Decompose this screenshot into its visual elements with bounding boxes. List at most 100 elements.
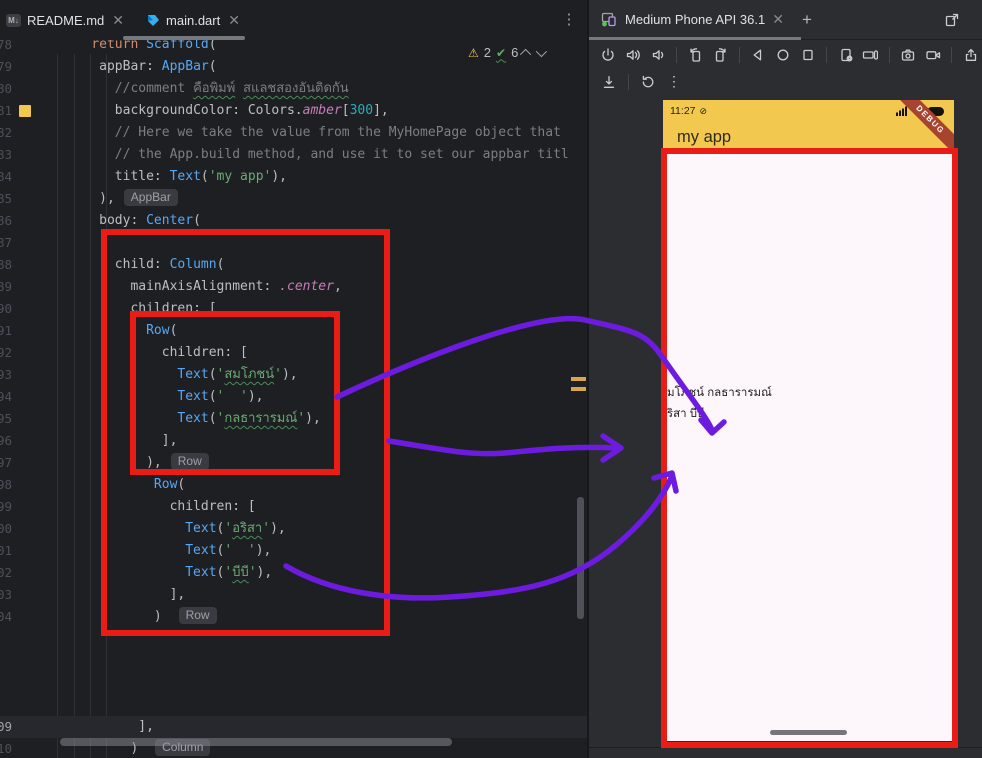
code-token: ( — [200, 169, 209, 184]
power-button[interactable] — [597, 44, 620, 66]
code-line[interactable]: 109 ], — [0, 716, 587, 738]
toolbar-divider — [826, 46, 828, 63]
code-line[interactable]: 85 ), AppBar — [0, 188, 587, 210]
tab-options-kebab-icon[interactable]: ⋮ — [558, 8, 580, 32]
line-number[interactable]: 89 — [0, 276, 12, 298]
line-number[interactable]: 98 — [0, 474, 12, 496]
code-line[interactable]: 83 // the App.build method, and use it t… — [0, 144, 587, 166]
mute-icon: ⊘ — [699, 105, 708, 116]
line-number[interactable]: 86 — [0, 210, 12, 232]
tab-main-dart[interactable]: main.dart ✕ — [140, 0, 250, 40]
active-device-tab-underline — [589, 37, 801, 40]
line-number[interactable]: 85 — [0, 188, 12, 210]
toolbar-divider — [676, 46, 678, 63]
rotate-left-button[interactable] — [684, 44, 707, 66]
add-device-tab-icon[interactable]: + — [792, 10, 822, 30]
code-token: ( — [193, 213, 201, 228]
color-preview-swatch[interactable] — [19, 105, 31, 117]
dart-file-icon — [148, 15, 160, 26]
device-settings-button[interactable] — [834, 44, 857, 66]
prev-problem-icon[interactable] — [520, 48, 532, 60]
line-number[interactable]: 93 — [0, 364, 12, 386]
volume-down-button[interactable] — [647, 44, 670, 66]
line-number[interactable]: 109 — [0, 716, 12, 738]
back-button[interactable] — [747, 44, 770, 66]
app-title: my app — [677, 128, 732, 146]
rotate-right-button[interactable] — [709, 44, 732, 66]
screen-record-button[interactable] — [921, 44, 944, 66]
code-token: return — [91, 40, 147, 52]
screenshot-button[interactable] — [897, 44, 920, 66]
power-icon — [602, 47, 615, 61]
device-settings-icon — [840, 48, 852, 61]
line-number[interactable]: 101 — [0, 540, 12, 562]
line-number[interactable]: 80 — [0, 78, 12, 100]
line-number[interactable]: 99 — [0, 496, 12, 518]
line-number[interactable]: 88 — [0, 254, 12, 276]
tab-label: README.md — [27, 12, 105, 28]
line-number[interactable]: 100 — [0, 518, 12, 540]
inlay-hint-badge: AppBar — [123, 189, 178, 206]
close-icon[interactable]: ✕ — [112, 12, 124, 29]
virtual-input-button[interactable] — [859, 44, 882, 66]
device-tab[interactable]: Medium Phone API 36.1 ✕ — [589, 0, 792, 40]
line-number[interactable]: 79 — [0, 56, 12, 78]
rotate-right-icon — [716, 47, 727, 62]
code-line[interactable]: 80 //comment คือพิมพ์ สแลชสองอันติดกัน — [0, 78, 587, 100]
line-number[interactable]: 95 — [0, 408, 12, 430]
code-token: // the App.build method, and use it to s… — [114, 147, 569, 162]
line-number[interactable]: 97 — [0, 452, 12, 474]
line-number[interactable]: 91 — [0, 320, 12, 342]
file-download-button[interactable] — [597, 71, 621, 93]
line-number[interactable]: 81 — [0, 100, 12, 122]
line-number[interactable]: 84 — [0, 166, 12, 188]
more-actions-kebab-icon[interactable]: ⋮ — [662, 73, 686, 90]
home-button[interactable] — [772, 44, 795, 66]
line-number[interactable]: 83 — [0, 144, 12, 166]
code-token: ), — [99, 191, 115, 206]
file-download-icon — [603, 75, 615, 88]
inspections-widget[interactable]: ⚠ 2 ✔ 6 — [468, 45, 548, 60]
share-button[interactable] — [959, 44, 982, 66]
line-number[interactable]: 96 — [0, 430, 12, 452]
line-number[interactable]: 94 — [0, 386, 12, 408]
code-line[interactable]: 81 backgroundColor: Colors.amber[300], — [0, 100, 587, 122]
code-token: ), — [271, 169, 288, 184]
line-number[interactable]: 92 — [0, 342, 12, 364]
line-number[interactable]: 110 — [0, 738, 12, 758]
markdown-file-icon: M↓ — [6, 13, 21, 27]
rotate-left-icon — [690, 47, 700, 62]
code-token: คือพิมพ์ — [193, 81, 236, 96]
line-number[interactable]: 78 — [0, 40, 12, 56]
code-line[interactable]: 84 title: Text('my app'), — [0, 166, 587, 188]
volume-up-button[interactable] — [622, 44, 645, 66]
code-token: ], — [373, 103, 389, 118]
overview-icon — [803, 49, 813, 60]
panel-options-kebab-icon[interactable]: ⋮ — [974, 11, 980, 29]
line-number[interactable]: 90 — [0, 298, 12, 320]
code-token: Center — [146, 213, 194, 228]
line-number[interactable]: 102 — [0, 562, 12, 584]
active-tab-underline — [123, 36, 245, 40]
code-token: backgroundColor: Colors. — [114, 103, 303, 118]
line-number[interactable]: 82 — [0, 122, 12, 144]
close-icon[interactable]: ✕ — [228, 12, 240, 29]
snapshot-restore-button[interactable] — [636, 71, 660, 93]
horizontal-scrollbar[interactable] — [60, 738, 452, 746]
line-number[interactable]: 87 — [0, 232, 12, 254]
warning-icon: ⚠ — [468, 45, 479, 60]
toolbar-divider — [628, 73, 629, 90]
overview-button[interactable] — [796, 44, 819, 66]
back-icon — [753, 49, 762, 60]
close-icon[interactable]: ✕ — [772, 11, 784, 28]
code-token: Scaffold — [146, 40, 209, 52]
code-line[interactable]: 82 // Here we take the value from the My… — [0, 122, 587, 144]
editor-tab-bar: M↓ README.md ✕ main.dart ✕ ⋮ — [0, 0, 587, 40]
tab-readme[interactable]: M↓ README.md ✕ — [0, 0, 134, 40]
line-number[interactable]: 104 — [0, 606, 12, 628]
snapshot-restore-icon — [642, 75, 654, 87]
vertical-scrollbar[interactable] — [577, 497, 584, 619]
open-in-window-icon[interactable] — [944, 12, 960, 28]
line-number[interactable]: 103 — [0, 584, 12, 606]
